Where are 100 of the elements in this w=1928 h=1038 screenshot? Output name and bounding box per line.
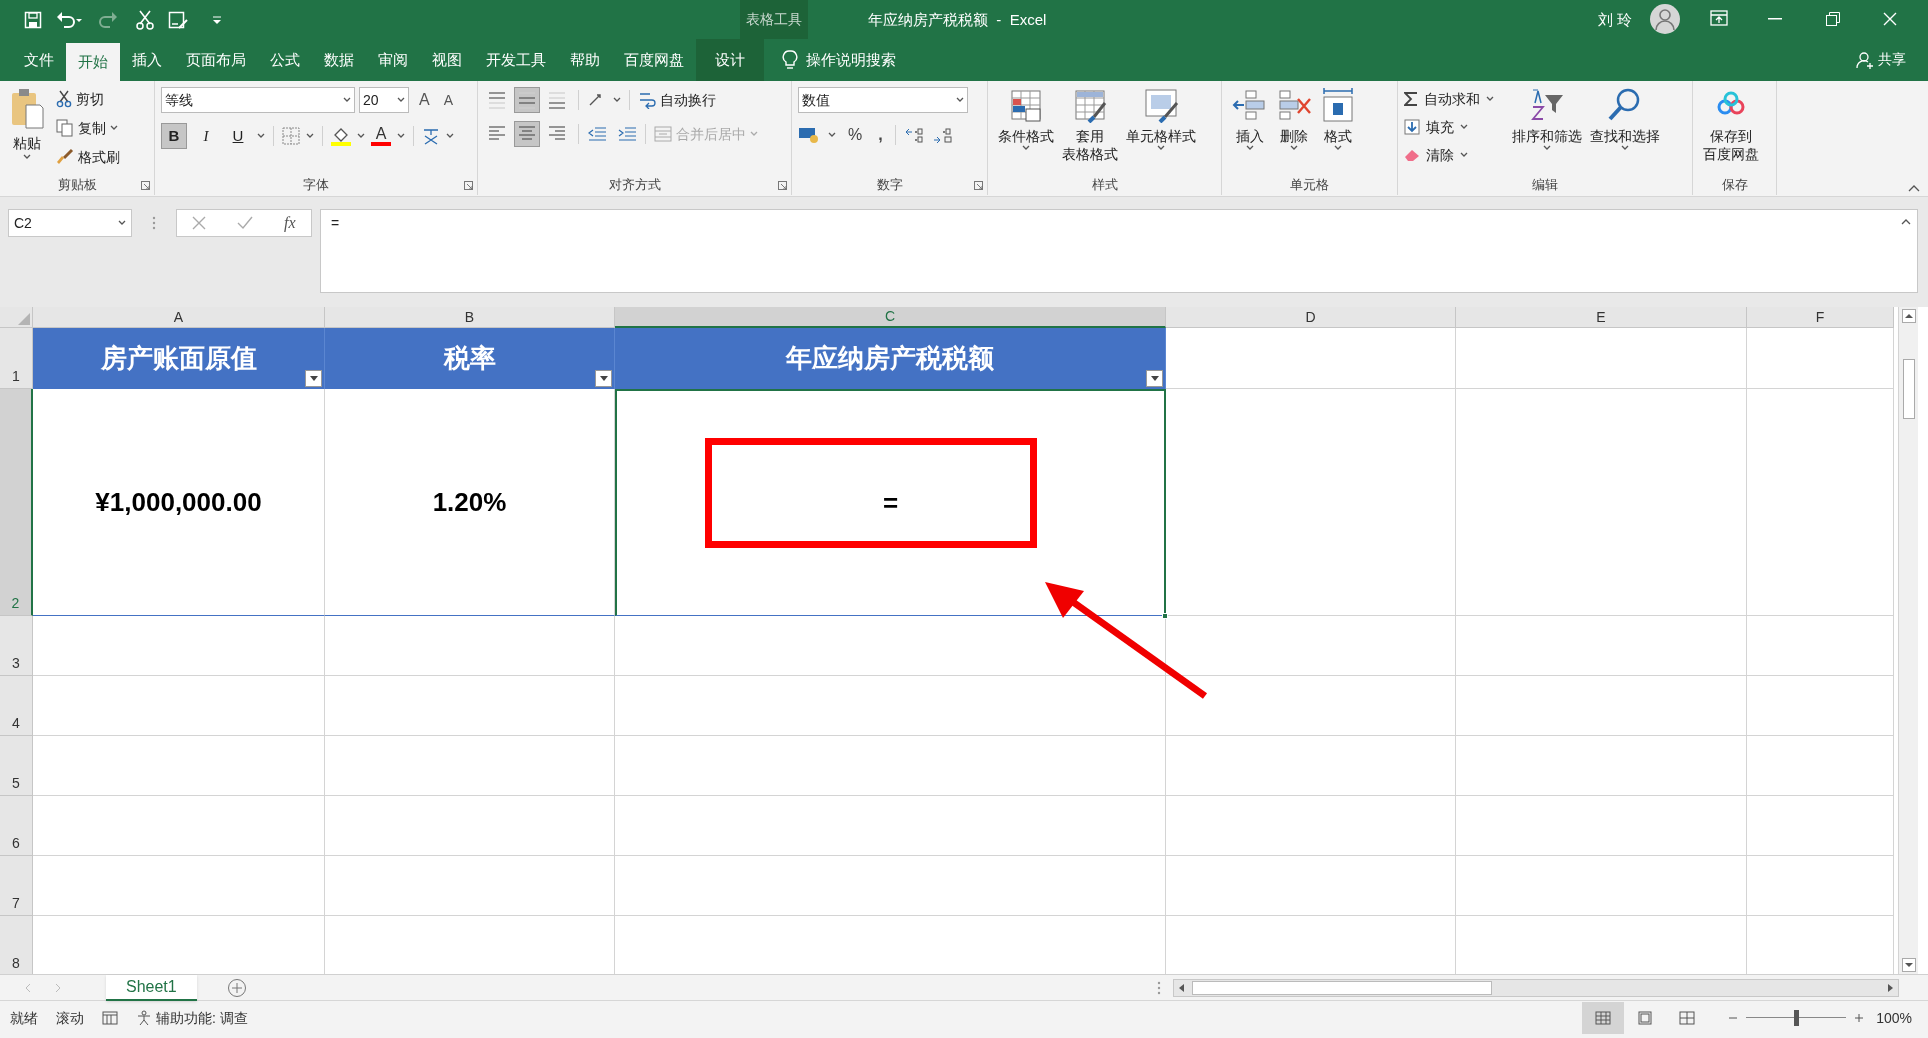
grid-cell[interactable] (33, 616, 325, 676)
grid-cell[interactable] (615, 736, 1166, 796)
grid-cell[interactable] (615, 796, 1166, 856)
grid-cell[interactable] (1456, 389, 1747, 616)
paste-button[interactable]: 粘贴 (6, 87, 48, 175)
grid-cell[interactable] (1166, 796, 1456, 856)
grid-cell[interactable] (1747, 796, 1894, 856)
tell-me-search[interactable]: 操作说明搜索 (806, 48, 896, 72)
horizontal-scrollbar[interactable] (1172, 978, 1899, 997)
cells-format-button[interactable]: 格式 (1316, 87, 1360, 175)
undo-icon[interactable] (56, 10, 82, 29)
share-button[interactable]: 共享 (1878, 49, 1906, 70)
row-header[interactable]: 4 (0, 676, 33, 736)
save-to-cloud-button[interactable]: 保存到 百度网盘 (1699, 87, 1763, 175)
grid-cell[interactable] (33, 856, 325, 916)
vertical-align-button[interactable] (514, 87, 540, 113)
cancel-icon[interactable] (192, 216, 207, 230)
cells-insert-button[interactable]: 插入 (1228, 87, 1272, 175)
dialog-launcher-icon[interactable] (141, 181, 150, 190)
ribbon-tab[interactable]: 帮助 (558, 39, 612, 81)
grid-cell[interactable] (33, 676, 325, 736)
ribbon-tab[interactable]: 审阅 (366, 39, 420, 81)
close-icon[interactable] (1883, 12, 1897, 26)
accounting-format-icon[interactable] (798, 126, 820, 144)
cut-button[interactable]: 剪切 (56, 87, 120, 111)
dialog-launcher-icon[interactable] (778, 181, 787, 190)
fill-button[interactable]: 填充 (1404, 115, 1494, 139)
select-all-icon[interactable] (18, 313, 30, 325)
name-box[interactable]: C2 (8, 209, 132, 237)
filter-dropdown-button[interactable] (1146, 370, 1163, 387)
decrease-decimal-icon[interactable] (931, 126, 952, 144)
column-header[interactable]: F (1747, 307, 1894, 328)
row-header[interactable]: 6 (0, 796, 33, 856)
autosum-button[interactable]: 自动求和 (1404, 87, 1494, 111)
row-header[interactable]: 8 (0, 916, 33, 974)
grid-cell[interactable] (1747, 856, 1894, 916)
format-as-table-button[interactable]: 套用 表格格式 (1058, 87, 1122, 175)
zoom-in-icon[interactable] (1854, 1013, 1865, 1023)
customize-caret-icon[interactable] (212, 14, 222, 25)
borders-icon[interactable] (282, 127, 300, 145)
grid-cell[interactable] (1456, 796, 1747, 856)
ribbon-display-icon[interactable] (1710, 10, 1728, 26)
grid-cell[interactable] (1747, 676, 1894, 736)
collapse-icon[interactable] (1901, 218, 1911, 225)
grid-cell[interactable] (325, 856, 615, 916)
ribbon-tab[interactable]: 插入 (120, 39, 174, 81)
grid-cell[interactable] (325, 736, 615, 796)
increase-decimal-icon[interactable] (903, 126, 924, 144)
grid-cell[interactable] (1166, 856, 1456, 916)
phonetic-guide-icon[interactable] (422, 127, 440, 145)
lightbulb-icon[interactable] (782, 50, 798, 70)
enter-check-icon[interactable] (237, 216, 254, 230)
grid-cell[interactable] (1747, 616, 1894, 676)
grid-cell[interactable] (325, 676, 615, 736)
grid-cell[interactable] (1166, 736, 1456, 796)
ribbon-tab[interactable]: 页面布局 (174, 39, 258, 81)
zoom-slider[interactable] (1746, 1010, 1847, 1026)
ribbon-tab[interactable]: 开发工具 (474, 39, 558, 81)
horizontal-align-button[interactable] (514, 121, 540, 147)
row-header[interactable]: 5 (0, 736, 33, 796)
font-size-dropdown[interactable]: 20 (359, 87, 409, 113)
format-painter-button[interactable]: 格式刷 (56, 145, 120, 169)
insert-function-button[interactable]: fx (284, 211, 296, 235)
number-format-dropdown[interactable]: 数值 (798, 87, 968, 113)
scroll-thumb[interactable] (1191, 980, 1492, 995)
percent-style-button[interactable]: % (844, 123, 867, 147)
font-style-button[interactable]: B (161, 123, 187, 149)
next-sheet-icon[interactable] (54, 982, 62, 993)
ribbon-tab[interactable]: 数据 (312, 39, 366, 81)
row-header[interactable]: 3 (0, 616, 33, 676)
decrease-indent-icon[interactable] (587, 125, 607, 143)
add-sheet-icon[interactable] (226, 977, 247, 998)
increase-font-button[interactable]: A (413, 88, 436, 112)
scissors-icon[interactable] (136, 9, 154, 30)
print-preview-icon[interactable] (168, 10, 188, 29)
dialog-launcher-icon[interactable] (464, 181, 473, 190)
sort-filter-button[interactable]: 排序和筛选 (1508, 87, 1586, 175)
grid-cell[interactable] (1166, 328, 1456, 389)
grid-cell[interactable] (1166, 616, 1456, 676)
accessibility-status[interactable]: 辅助功能: 调查 (156, 1007, 248, 1029)
sheet-tab[interactable]: Sheet1 (106, 974, 197, 1001)
save-icon[interactable] (24, 10, 42, 29)
grid-cell[interactable] (1166, 676, 1456, 736)
splitter-dots-icon[interactable] (1156, 980, 1161, 995)
grid-cell[interactable] (1456, 676, 1747, 736)
grid-cell[interactable] (1456, 328, 1747, 389)
cell-styles-button[interactable]: 单元格样式 (1122, 87, 1200, 175)
scroll-down-icon[interactable] (1901, 958, 1916, 972)
wrap-text-button[interactable]: 自动换行 (638, 89, 716, 111)
scroll-up-icon[interactable] (1901, 309, 1916, 323)
copy-button[interactable]: 复制 (56, 116, 120, 140)
avatar-icon[interactable] (1650, 4, 1680, 34)
font-color-button[interactable]: A (371, 126, 391, 146)
grid-cell[interactable] (615, 616, 1166, 676)
grid-cell[interactable] (615, 856, 1166, 916)
previous-sheet-icon[interactable] (24, 982, 32, 993)
row-header[interactable]: 1 (0, 328, 33, 389)
row-header[interactable]: 2 (0, 389, 33, 616)
ribbon-tab[interactable]: 开始 (66, 43, 120, 81)
zoom-level[interactable]: 100% (1876, 1007, 1912, 1029)
